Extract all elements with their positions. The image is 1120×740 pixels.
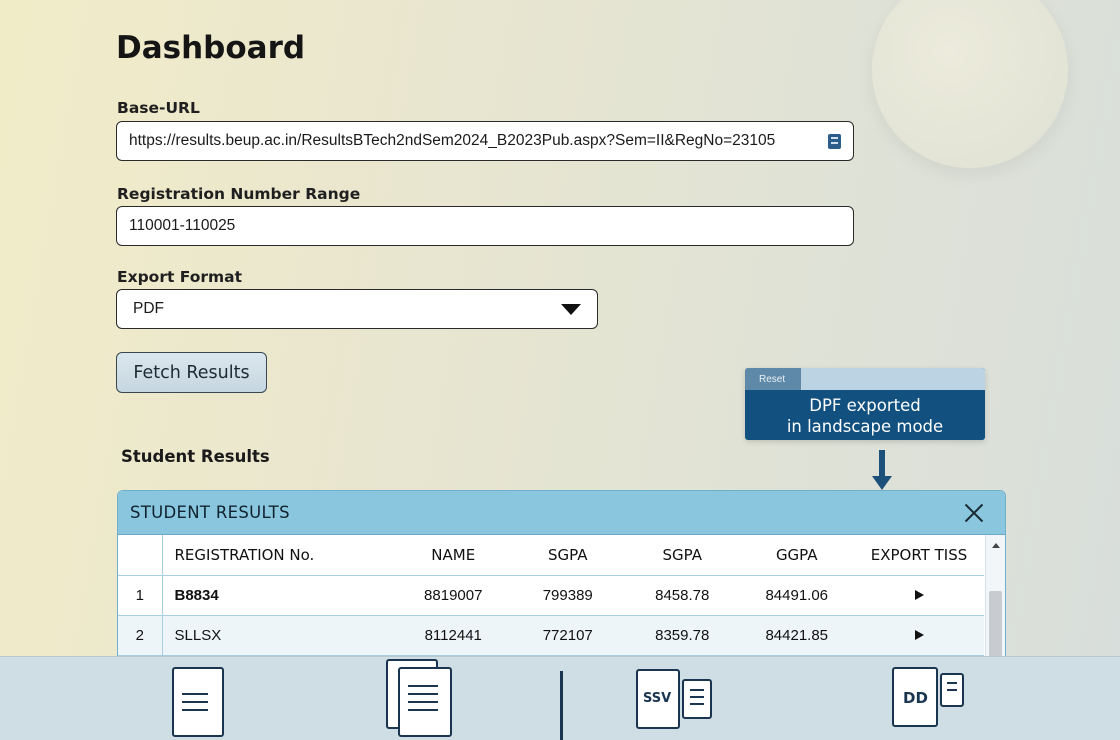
export-toast: Reset DPF exported in landscape mode <box>745 368 985 440</box>
decorative-circle <box>872 0 1068 168</box>
export-format-select[interactable]: PDF <box>116 289 598 329</box>
sgpa-cell: 8359.78 <box>625 615 740 656</box>
export-format-value: PDF <box>133 300 164 317</box>
base-url-label: Base-URL <box>117 99 200 117</box>
reg-range-input[interactable]: 110001-110025 <box>116 206 854 246</box>
reg-range-value: 110001-110025 <box>129 217 236 234</box>
row-index: 1 <box>118 575 163 616</box>
panel-header: STUDENT RESULTS <box>118 491 1005 535</box>
toast-message-line2: in landscape mode <box>786 417 944 436</box>
base-url-input[interactable]: https://results.beup.ac.in/ResultsBTech2… <box>116 121 854 161</box>
column-header[interactable]: SGPA <box>625 535 740 576</box>
section-heading: Student Results <box>121 447 270 466</box>
scroll-up-icon[interactable] <box>992 543 1000 548</box>
play-icon[interactable] <box>914 589 924 600</box>
scroll-thumb[interactable] <box>989 591 1002 659</box>
reg-range-label: Registration Number Range <box>117 185 361 203</box>
row-index: 2 <box>118 615 163 656</box>
table-row[interactable]: 2 SLLSX 8112441 772107 8359.78 84421.85 <box>118 615 984 656</box>
csv-export-icon[interactable]: SSV <box>636 669 714 729</box>
table-row[interactable]: 1 B8834 8819007 799389 8458.78 84491.06 <box>118 575 984 616</box>
index-column-header <box>118 535 163 576</box>
pdf-badge: DD <box>903 689 928 707</box>
documents-icon[interactable] <box>386 659 452 737</box>
document-icon[interactable] <box>172 667 224 737</box>
results-table: REGISTRATION No. NAME SGPA SGPA GGPA EXP… <box>118 535 984 656</box>
column-header[interactable]: EXPORT TISS <box>854 535 984 576</box>
play-icon[interactable] <box>914 629 924 640</box>
column-header[interactable]: NAME <box>396 535 511 576</box>
toolbar-divider <box>560 671 563 740</box>
base-url-value: https://results.beup.ac.in/ResultsBTech2… <box>129 132 776 149</box>
fetch-results-button[interactable]: Fetch Results <box>116 352 267 393</box>
toast-message: DPF exported in landscape mode <box>745 390 985 437</box>
page-title: Dashboard <box>116 30 306 66</box>
reg-cell: SLLSX <box>162 615 396 656</box>
chevron-down-icon[interactable] <box>561 303 581 315</box>
panel-title: STUDENT RESULTS <box>130 503 290 522</box>
reg-cell: B8834 <box>162 575 396 616</box>
sgpa-cell: 8458.78 <box>625 575 740 616</box>
toast-message-line1: DPF exported <box>809 396 921 415</box>
export-cell <box>854 615 984 656</box>
column-header[interactable]: REGISTRATION No. <box>162 535 396 576</box>
name-cell: 8112441 <box>396 615 511 656</box>
clipboard-icon[interactable] <box>828 133 841 149</box>
export-format-label: Export Format <box>117 268 243 286</box>
column-header[interactable]: GGPA <box>739 535 854 576</box>
csv-badge: SSV <box>643 691 672 706</box>
toast-tag[interactable]: Reset <box>745 368 801 390</box>
scrollbar[interactable] <box>985 535 1005 659</box>
sgpa-cell: 772107 <box>510 615 625 656</box>
bottom-toolbar: SSV DD <box>0 656 1120 740</box>
pdf-export-icon[interactable]: DD <box>892 667 966 729</box>
column-header[interactable]: SGPA <box>510 535 625 576</box>
export-cell <box>854 575 984 616</box>
table-header-row: REGISTRATION No. NAME SGPA SGPA GGPA EXP… <box>118 535 984 576</box>
arrow-down-icon <box>872 450 892 492</box>
name-cell: 8819007 <box>396 575 511 616</box>
cgpa-cell: 84491.06 <box>739 575 854 616</box>
results-panel: STUDENT RESULTS REGISTRATION No. NAME SG… <box>117 490 1006 660</box>
sgpa-cell: 799389 <box>510 575 625 616</box>
close-icon[interactable] <box>963 502 985 524</box>
cgpa-cell: 84421.85 <box>739 615 854 656</box>
